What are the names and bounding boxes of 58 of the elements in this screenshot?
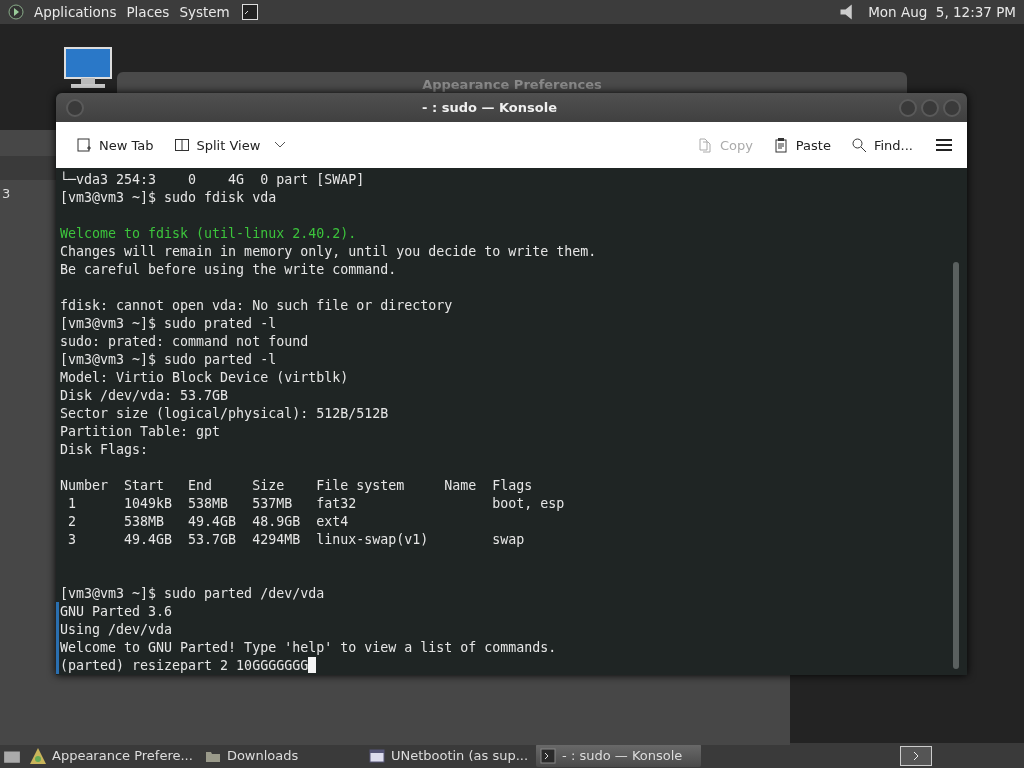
terminal-launcher-icon bbox=[239, 4, 260, 20]
window-title: Appearance Preferences bbox=[422, 76, 602, 92]
terminal-line: └─vda3 254:3 0 4G 0 part [SWAP] bbox=[60, 171, 365, 187]
terminal-line: 1 1049kB 538MB 537MB fat32 boot, esp bbox=[67, 495, 565, 511]
terminal-line: Welcome to GNU Parted! Type 'help' to view a list of commands. bbox=[60, 639, 557, 655]
taskbar-button[interactable]: - : sudo — Konsole bbox=[536, 744, 702, 767]
terminal-line: [vm3@vm3 ~]$ sudo prated -l bbox=[60, 315, 277, 331]
terminal-line: fdisk: cannot open vda: No such file or directory bbox=[60, 297, 453, 313]
toolbar-button[interactable]: New Tab bbox=[70, 133, 160, 157]
panel-menu[interactable]: System bbox=[179, 4, 230, 20]
terminal-line: [vm3@vm3 ~]$ sudo parted -l bbox=[60, 351, 277, 367]
scrollbar[interactable] bbox=[953, 262, 959, 669]
toolbar-button[interactable]: Split View bbox=[167, 133, 267, 157]
terminal-icon bbox=[540, 747, 557, 764]
taskbar-button[interactable]: Downloads bbox=[200, 744, 361, 767]
text-cursor bbox=[308, 657, 317, 673]
terminal-line: Model: Virtio Block Device (virtblk) bbox=[60, 369, 349, 385]
chevron-down-icon[interactable] bbox=[274, 141, 287, 149]
new-tab-icon bbox=[76, 137, 92, 153]
menu-icon[interactable] bbox=[935, 138, 953, 152]
window-text: 3 bbox=[2, 186, 11, 201]
terminal-line: [vm3@vm3 ~]$ sudo fdisk vda bbox=[60, 189, 277, 205]
terminal-line: Using /dev/vda bbox=[60, 621, 173, 637]
split-view-icon bbox=[173, 137, 190, 153]
minimize-button[interactable] bbox=[899, 98, 917, 117]
terminal-line: 2 538MB 49.4GB 48.9GB ext4 bbox=[67, 513, 349, 529]
terminal-line: Partition Table: gpt bbox=[60, 423, 221, 439]
search-icon bbox=[850, 137, 867, 153]
terminal-line: Sector size (logical/physical): 512B/512B bbox=[60, 405, 389, 421]
panel-menu[interactable]: Applications bbox=[34, 4, 117, 20]
terminal-line: GNU Parted 3.6 bbox=[60, 603, 173, 619]
copy-icon bbox=[696, 137, 713, 153]
window-menu-button[interactable] bbox=[66, 98, 84, 117]
window-header bbox=[0, 156, 56, 180]
window-icon bbox=[368, 747, 385, 764]
terminal-line: Disk /dev/vda: 53.7GB bbox=[60, 387, 229, 403]
workspace-switcher[interactable] bbox=[900, 745, 932, 766]
toolbar-button[interactable]: Paste bbox=[766, 133, 837, 157]
clock[interactable]: Mon Aug 5, 12:37 PM bbox=[868, 4, 1016, 20]
chevron-right-icon bbox=[912, 750, 920, 761]
close-button[interactable] bbox=[943, 98, 961, 117]
terminal-line: Welcome to fdisk (util-linux 2.40.2). bbox=[60, 225, 357, 241]
clipboard-icon bbox=[772, 137, 789, 153]
window-title: - : sudo — Konsole bbox=[421, 100, 558, 115]
panel-menu[interactable]: Places bbox=[126, 4, 170, 20]
taskbar-button[interactable]: Appearance Prefere... bbox=[26, 744, 197, 767]
app-menu-icon bbox=[8, 4, 24, 20]
terminal-line: Changes will remain in memory only, until you decide to write them. bbox=[60, 243, 597, 259]
terminal-line: Number Start End Size File system Name Flags bbox=[60, 477, 533, 493]
terminal-line: 3 49.4GB 53.7GB 4294MB linux-swap(v1) swap bbox=[67, 531, 525, 547]
taskbar-button[interactable]: UNetbootin (as sup... bbox=[364, 744, 533, 767]
terminal-line: Be careful before using the write command. bbox=[60, 261, 397, 277]
terminal-line: sudo: prated: command not found bbox=[60, 333, 309, 349]
terminal-line: Disk Flags: bbox=[60, 441, 149, 457]
maximize-button[interactable] bbox=[921, 98, 939, 117]
terminal-line: (parted) resizepart 2 10GGGGGGG bbox=[60, 657, 309, 673]
terminal-line: [vm3@vm3 ~]$ sudo parted /dev/vda bbox=[60, 585, 325, 601]
toolbar-button[interactable]: Find... bbox=[844, 133, 919, 157]
